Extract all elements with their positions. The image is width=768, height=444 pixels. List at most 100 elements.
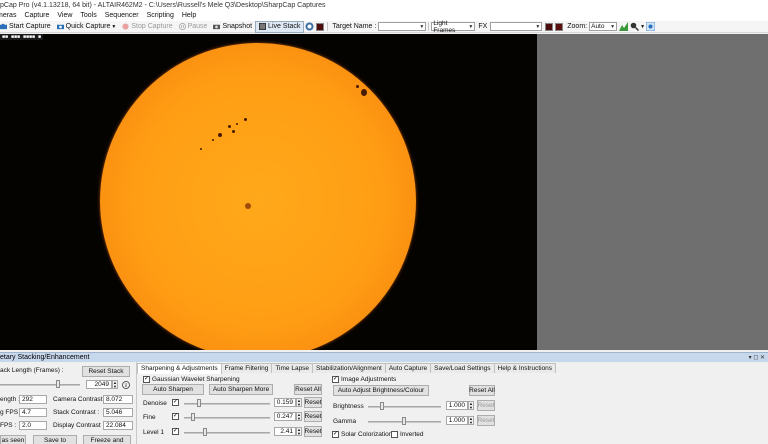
image-adjustments-checkbox[interactable]: ✓ — [332, 376, 339, 383]
level1-slider-thumb[interactable] — [203, 428, 207, 436]
sunspot — [245, 203, 251, 209]
fine-slider-thumb[interactable] — [191, 413, 195, 421]
auto-sharpen-button[interactable]: Auto Sharpen — [142, 384, 204, 395]
tab-sharpening-adjustments[interactable]: Sharpening & Adjustments — [137, 363, 222, 374]
stop-capture-button[interactable]: Stop Capture — [119, 21, 175, 33]
info-icon[interactable] — [122, 381, 130, 389]
capture-icon — [0, 23, 7, 30]
sunspot — [356, 85, 359, 88]
color-swatch-dark-2[interactable] — [555, 22, 564, 31]
denoise-value-field[interactable]: 0.159 — [274, 398, 296, 407]
inverted-checkbox[interactable] — [391, 431, 398, 438]
brightness-reset-button[interactable]: Reset — [477, 400, 495, 411]
image-adjustments-label: Image Adjustments — [341, 376, 397, 383]
brightness-spinner[interactable]: ▲ ▼ — [468, 401, 474, 410]
stack-contrast-label: Stack Contrast : — [53, 409, 100, 416]
display-contrast-label: Display Contrast : — [53, 422, 105, 429]
freeze-and-button[interactable]: Freeze and — [83, 435, 131, 444]
display-settings-icon[interactable] — [305, 22, 314, 31]
brightness-slider-track[interactable] — [368, 406, 441, 408]
sunspot — [228, 125, 231, 128]
brightness-slider-thumb[interactable] — [380, 402, 384, 410]
fine-checkbox[interactable]: ✓ — [172, 413, 179, 420]
target-name-dropdown[interactable]: ▼ — [378, 22, 427, 31]
fine-slider-track[interactable] — [184, 417, 270, 419]
camera-contrast-field: 8.072 — [103, 395, 133, 404]
level1-value-field[interactable]: 2.41 — [274, 427, 296, 436]
fine-spinner[interactable]: ▲ ▼ — [296, 412, 302, 421]
start-capture-label: Start Capture — [9, 23, 51, 30]
save-as-seen-button[interactable]: as seen — [0, 435, 26, 444]
snapshot-button[interactable]: Snapshot — [210, 21, 255, 33]
menu-cameras[interactable]: meras — [0, 11, 20, 21]
fx-label: FX — [478, 23, 488, 30]
chevron-down-icon: ▼ — [610, 23, 616, 30]
camera-contrast-label: Camera Contrast : — [53, 396, 107, 403]
sharpening-reset-all-button[interactable]: Reset All — [294, 384, 322, 395]
gamma-value-field[interactable]: 1.000 — [446, 416, 468, 425]
brightness-value-field[interactable]: 1.000 — [446, 401, 468, 410]
frame-type-dropdown[interactable]: Light Frames ▼ — [431, 19, 476, 34]
level1-reset-button[interactable]: Reset — [304, 426, 322, 437]
auto-sharpen-more-button[interactable]: Auto Sharpen More — [209, 384, 273, 395]
save-to-button[interactable]: Save to — [33, 435, 77, 444]
stacking-stats-panel: ack Length (Frames) : Reset Stack 2049 ▲… — [0, 362, 137, 444]
fine-reset-button[interactable]: Reset — [304, 411, 322, 422]
stack-length-slider-thumb[interactable] — [56, 380, 60, 388]
image-viewport[interactable]: ■■ ■■■ ■■■■ ■ — [0, 34, 537, 350]
tab-frame-filtering[interactable]: Frame Filtering — [220, 363, 273, 373]
quick-capture-icon — [56, 24, 64, 30]
stop-icon — [122, 23, 129, 30]
denoise-slider-thumb[interactable] — [197, 399, 201, 407]
live-stack-button[interactable]: Live Stack — [255, 20, 305, 33]
histogram-icon[interactable] — [619, 22, 629, 31]
adjust-reset-all-button[interactable]: Reset All — [469, 385, 495, 396]
menu-tools[interactable]: Tools — [76, 11, 100, 21]
solar-colorization-checkbox[interactable]: ✓ — [332, 431, 339, 438]
level1-checkbox[interactable]: ✓ — [172, 428, 179, 435]
menu-sequencer[interactable]: Sequencer — [101, 11, 143, 21]
gaussian-wavelet-checkbox[interactable]: ✓ — [143, 376, 150, 383]
denoise-label: Denoise — [143, 400, 167, 407]
color-swatch-dark[interactable] — [545, 22, 554, 31]
gamma-label: Gamma — [333, 418, 357, 425]
pin-icon[interactable] — [646, 22, 656, 31]
menu-view[interactable]: View — [53, 11, 76, 21]
zoom-dropdown[interactable]: Auto ▼ — [589, 22, 618, 31]
tab-auto-capture[interactable]: Auto Capture — [384, 363, 432, 373]
stack-length-spinner[interactable]: ▲ ▼ — [112, 380, 118, 389]
tab-help-instructions[interactable]: Help & Instructions — [493, 363, 557, 373]
pause-button[interactable]: Pause — [176, 21, 211, 33]
tab-time-lapse[interactable]: Time Lapse — [271, 363, 314, 373]
level1-slider-track[interactable] — [184, 432, 270, 434]
auto-adjust-brightness-button[interactable]: Auto Adjust Brightness/Colour — [333, 385, 429, 396]
reset-stack-button[interactable]: Reset Stack — [82, 366, 130, 377]
color-swatch-dark[interactable] — [316, 22, 325, 31]
level1-spinner[interactable]: ▲ ▼ — [296, 427, 302, 436]
denoise-reset-button[interactable]: Reset — [304, 397, 322, 408]
menu-capture[interactable]: Capture — [20, 11, 53, 21]
denoise-spinner[interactable]: ▲ ▼ — [296, 398, 302, 407]
menu-scripting[interactable]: Scripting — [143, 11, 178, 21]
menu-help[interactable]: Help — [178, 11, 200, 21]
solar-colorization-label: Solar Colorization — [341, 431, 393, 438]
stack-length-slider-track[interactable] — [0, 384, 80, 386]
gamma-slider-thumb[interactable] — [402, 417, 406, 425]
image-overlay-text: ■■ ■■■ ■■■■ ■ — [0, 34, 44, 40]
stack-length-field[interactable]: 2049 — [86, 380, 112, 389]
fx-dropdown[interactable]: ▼ — [490, 22, 543, 31]
frame-type-value: Light Frames — [433, 19, 456, 34]
gamma-spinner[interactable]: ▲ ▼ — [468, 416, 474, 425]
fine-value-field[interactable]: 0.247 — [274, 412, 296, 421]
panel-title-text: etary Stacking/Enhancement — [0, 354, 90, 361]
sunspot — [218, 133, 222, 137]
quick-capture-button[interactable]: Quick Capture ▼ — [54, 21, 120, 33]
magnifier-icon[interactable] — [630, 22, 640, 31]
denoise-checkbox[interactable]: ✓ — [172, 399, 179, 406]
tab-stabilization-alignment[interactable]: Stabilization/Alignment — [312, 363, 386, 373]
tab-save-load-settings[interactable]: Save/Load Settings — [430, 363, 495, 373]
gamma-reset-button[interactable]: Reset — [477, 415, 495, 426]
live-stack-label: Live Stack — [268, 23, 301, 30]
toolbar-separator — [428, 22, 430, 31]
start-capture-button[interactable]: Start Capture — [0, 21, 54, 33]
